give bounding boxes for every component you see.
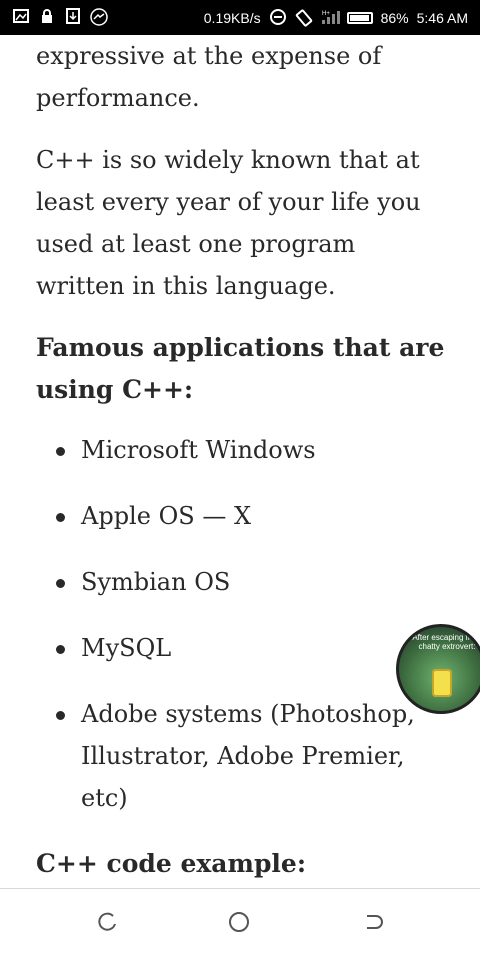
bullet-icon xyxy=(56,579,65,588)
recent-apps-button[interactable] xyxy=(92,909,122,939)
cartoon-figure-icon xyxy=(432,669,452,697)
navigation-bar xyxy=(0,889,480,960)
recent-apps-icon xyxy=(96,911,118,937)
article-content: expressive at the expense of performance… xyxy=(36,35,446,903)
bullet-icon xyxy=(56,447,65,456)
svg-text:H+: H+ xyxy=(322,11,330,17)
list-item-label: Apple OS — X xyxy=(81,502,252,530)
download-icon xyxy=(64,8,82,26)
signal-icon: H+ xyxy=(321,9,340,27)
section-heading-famous-apps: Famous applications that are using C++: xyxy=(36,333,445,404)
list-item: Adobe systems (Photoshop, Illustrator, A… xyxy=(56,693,446,819)
list-item: Symbian OS xyxy=(56,561,446,603)
list-item-label: Adobe systems (Photoshop, Illustrator, A… xyxy=(81,700,415,812)
messenger-icon xyxy=(90,8,108,26)
status-bar: 0.19KB/s H+ 86% 5:46 AM xyxy=(0,0,480,35)
list-item: Apple OS — X xyxy=(56,495,446,537)
list-item-label: Symbian OS xyxy=(81,568,231,596)
section-heading-code-example: C++ code example: xyxy=(36,849,307,878)
bullet-icon xyxy=(56,645,65,654)
home-button[interactable] xyxy=(224,909,254,939)
back-icon xyxy=(362,911,384,937)
apps-list: Microsoft Windows Apple OS — X Symbian O… xyxy=(36,429,446,819)
do-not-disturb-icon xyxy=(269,9,287,27)
floating-chat-head-caption: After escaping from chatty extrovert: xyxy=(412,633,480,651)
rotation-icon xyxy=(295,9,313,27)
battery-icon xyxy=(346,12,373,24)
bullet-icon xyxy=(56,711,65,720)
screenshot-icon xyxy=(12,8,30,26)
clock: 5:46 AM xyxy=(416,10,468,26)
list-item: MySQL xyxy=(56,627,446,669)
lock-icon xyxy=(38,8,56,26)
list-item: Microsoft Windows xyxy=(56,429,446,471)
article-paragraph-1: expressive at the expense of performance… xyxy=(36,42,382,112)
status-bar-system: 0.19KB/s H+ 86% 5:46 AM xyxy=(204,9,468,27)
battery-percent: 86% xyxy=(380,10,409,26)
list-item-label: MySQL xyxy=(81,634,172,662)
back-button[interactable] xyxy=(358,909,388,939)
network-speed: 0.19KB/s xyxy=(203,10,261,26)
bullet-icon xyxy=(56,513,65,522)
home-icon xyxy=(227,910,251,938)
article-paragraph-2: C++ is so widely known that at least eve… xyxy=(36,146,421,300)
status-bar-notifications xyxy=(12,8,108,26)
list-item-label: Microsoft Windows xyxy=(81,436,316,464)
floating-chat-head[interactable]: After escaping from chatty extrovert: xyxy=(396,624,480,714)
